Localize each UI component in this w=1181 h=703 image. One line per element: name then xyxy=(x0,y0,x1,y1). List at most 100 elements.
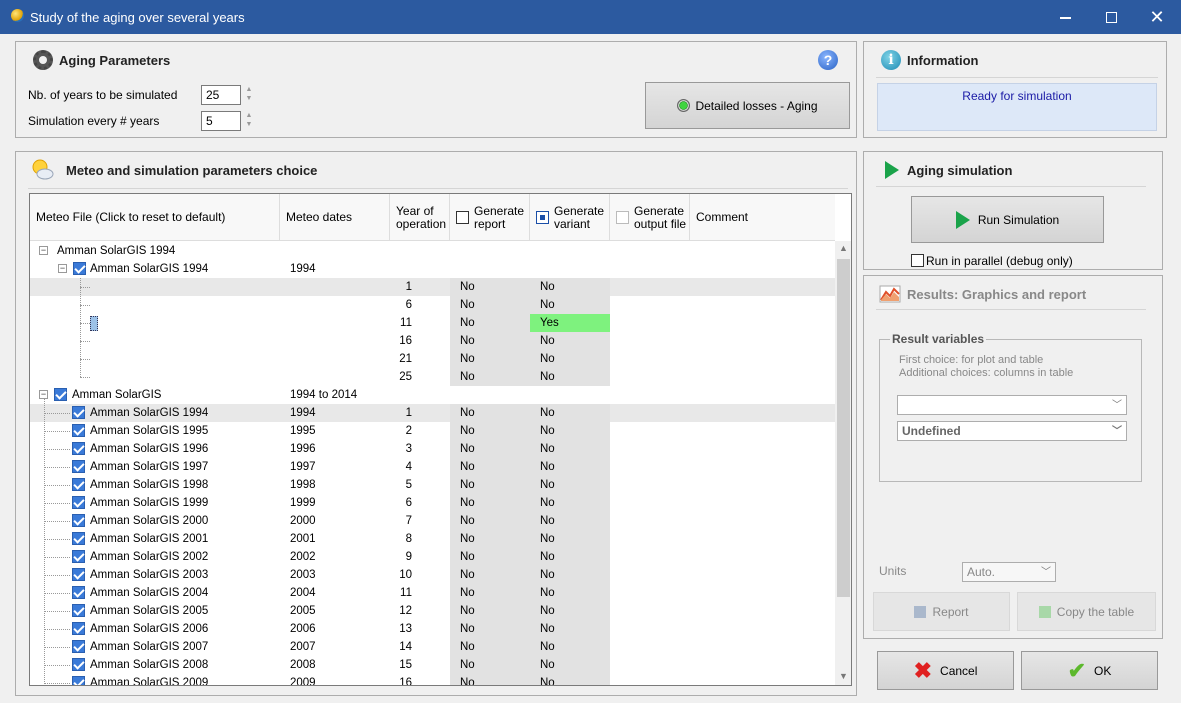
units-combo[interactable]: Auto. ﹀ xyxy=(962,562,1056,582)
meteo-file-cell[interactable]: Amman SolarGIS 2001 xyxy=(90,530,208,548)
report-cell[interactable]: No xyxy=(460,278,475,296)
report-cell[interactable]: No xyxy=(460,584,475,602)
meteo-file-cell[interactable]: Amman SolarGIS 2004 xyxy=(90,584,208,602)
meteo-file-checkbox[interactable] xyxy=(72,658,85,671)
meteo-file-checkbox[interactable] xyxy=(72,496,85,509)
variant-cell[interactable]: No xyxy=(540,620,555,638)
variant-cell[interactable]: No xyxy=(540,494,555,512)
report-cell[interactable]: No xyxy=(460,458,475,476)
years-spinner[interactable]: ▲ ▼ xyxy=(242,85,256,105)
report-button[interactable]: Report xyxy=(873,592,1010,631)
meteo-file-cell[interactable]: Amman SolarGIS 1998 xyxy=(90,476,208,494)
meteo-file-cell[interactable]: Amman SolarGIS 2008 xyxy=(90,656,208,674)
variant-cell[interactable]: Yes xyxy=(540,314,559,332)
report-cell[interactable]: No xyxy=(460,620,475,638)
variant-cell[interactable]: No xyxy=(540,638,555,656)
meteo-file-cell[interactable]: Amman SolarGIS 1997 xyxy=(90,458,208,476)
scroll-down-icon[interactable]: ▼ xyxy=(839,671,848,681)
collapse-icon[interactable]: − xyxy=(39,246,48,255)
meteo-file-checkbox[interactable] xyxy=(72,604,85,617)
result-variable-combo-1[interactable]: ﹀ xyxy=(897,395,1127,415)
variant-cell[interactable]: No xyxy=(540,476,555,494)
vertical-scrollbar[interactable]: ▲ ▼ xyxy=(835,241,851,685)
report-cell[interactable]: No xyxy=(460,566,475,584)
generate-output-checkbox[interactable] xyxy=(616,211,629,224)
meteo-file-cell[interactable]: Amman SolarGIS 1995 xyxy=(90,422,208,440)
col-meteo-file[interactable]: Meteo File (Click to reset to default) xyxy=(30,194,280,241)
report-cell[interactable]: No xyxy=(460,296,475,314)
report-cell[interactable]: No xyxy=(460,674,475,685)
variant-cell[interactable]: No xyxy=(540,296,555,314)
variant-cell[interactable]: No xyxy=(540,602,555,620)
meteo-file-checkbox[interactable] xyxy=(72,532,85,545)
variant-cell[interactable]: No xyxy=(540,440,555,458)
minimize-button[interactable] xyxy=(1042,0,1088,34)
every-spinner[interactable]: ▲ ▼ xyxy=(242,111,256,131)
report-cell[interactable]: No xyxy=(460,350,475,368)
detailed-losses-button[interactable]: Detailed losses - Aging xyxy=(645,82,850,129)
variant-cell[interactable]: No xyxy=(540,350,555,368)
report-cell[interactable]: No xyxy=(460,494,475,512)
col-generate-report[interactable]: Generate report xyxy=(450,194,530,241)
meteo-grid[interactable]: Meteo File (Click to reset to default) M… xyxy=(29,193,852,686)
maximize-button[interactable] xyxy=(1088,0,1134,34)
ok-button[interactable]: ✔ OK xyxy=(1021,651,1158,690)
scroll-up-icon[interactable]: ▲ xyxy=(839,243,848,253)
col-generate-variant[interactable]: Generate variant xyxy=(530,194,610,241)
variant-cell[interactable]: No xyxy=(540,512,555,530)
tree-node-root[interactable]: Amman SolarGIS xyxy=(72,386,161,404)
col-year-of-operation[interactable]: Year of operation xyxy=(390,194,450,241)
meteo-file-checkbox[interactable] xyxy=(72,568,85,581)
report-cell[interactable]: No xyxy=(460,602,475,620)
report-cell[interactable]: No xyxy=(460,656,475,674)
generate-report-checkbox[interactable] xyxy=(456,211,469,224)
report-cell[interactable]: No xyxy=(460,548,475,566)
help-icon[interactable]: ? xyxy=(818,50,838,70)
meteo-file-checkbox[interactable] xyxy=(72,586,85,599)
meteo-file-checkbox[interactable] xyxy=(72,442,85,455)
tree-node-root[interactable]: Amman SolarGIS 1994 xyxy=(57,242,175,260)
variant-cell[interactable]: No xyxy=(540,422,555,440)
meteo-file-cell[interactable]: Amman SolarGIS 2000 xyxy=(90,512,208,530)
tree-node-child[interactable]: Amman SolarGIS 1994 xyxy=(90,260,208,278)
close-button[interactable]: ✕ xyxy=(1134,0,1180,34)
meteo-file-cell[interactable]: Amman SolarGIS 2009 xyxy=(90,674,208,685)
report-cell[interactable]: No xyxy=(460,476,475,494)
report-cell[interactable]: No xyxy=(460,404,475,422)
years-input[interactable]: 25 xyxy=(201,85,241,105)
meteo-file-checkbox[interactable] xyxy=(72,406,85,419)
variant-cell[interactable]: No xyxy=(540,530,555,548)
meteo-file-checkbox[interactable] xyxy=(72,514,85,527)
variant-cell[interactable]: No xyxy=(540,566,555,584)
report-cell[interactable]: No xyxy=(460,638,475,656)
meteo-file-checkbox[interactable] xyxy=(72,424,85,437)
meteo-file-cell[interactable]: Amman SolarGIS 2003 xyxy=(90,566,208,584)
meteo-file-cell[interactable]: Amman SolarGIS 1996 xyxy=(90,440,208,458)
meteo-file-cell[interactable]: Amman SolarGIS 1999 xyxy=(90,494,208,512)
report-cell[interactable]: No xyxy=(460,368,475,386)
meteo-file-cell[interactable]: Amman SolarGIS 1994 xyxy=(90,404,208,422)
run-simulation-button[interactable]: Run Simulation xyxy=(911,196,1104,243)
col-meteo-dates[interactable]: Meteo dates xyxy=(280,194,390,241)
report-cell[interactable]: No xyxy=(460,314,475,332)
node-checkbox[interactable] xyxy=(73,262,86,275)
variant-cell[interactable]: No xyxy=(540,584,555,602)
report-cell[interactable]: No xyxy=(460,332,475,350)
col-comment[interactable]: Comment xyxy=(690,194,835,241)
meteo-file-cell[interactable]: Amman SolarGIS 2005 xyxy=(90,602,208,620)
col-generate-output[interactable]: Generate output file xyxy=(610,194,690,241)
report-cell[interactable]: No xyxy=(460,512,475,530)
variant-cell[interactable]: No xyxy=(540,332,555,350)
report-cell[interactable]: No xyxy=(460,440,475,458)
meteo-file-cell[interactable]: Amman SolarGIS 2006 xyxy=(90,620,208,638)
variant-cell[interactable]: No xyxy=(540,656,555,674)
node-checkbox[interactable] xyxy=(54,388,67,401)
copy-table-button[interactable]: Copy the table xyxy=(1017,592,1156,631)
variant-cell[interactable]: No xyxy=(540,674,555,685)
variant-cell[interactable]: No xyxy=(540,458,555,476)
cancel-button[interactable]: ✖ Cancel xyxy=(877,651,1014,690)
collapse-icon[interactable]: − xyxy=(58,264,67,273)
variant-cell[interactable]: No xyxy=(540,548,555,566)
run-parallel-checkbox[interactable] xyxy=(911,254,924,267)
variant-cell[interactable]: No xyxy=(540,278,555,296)
